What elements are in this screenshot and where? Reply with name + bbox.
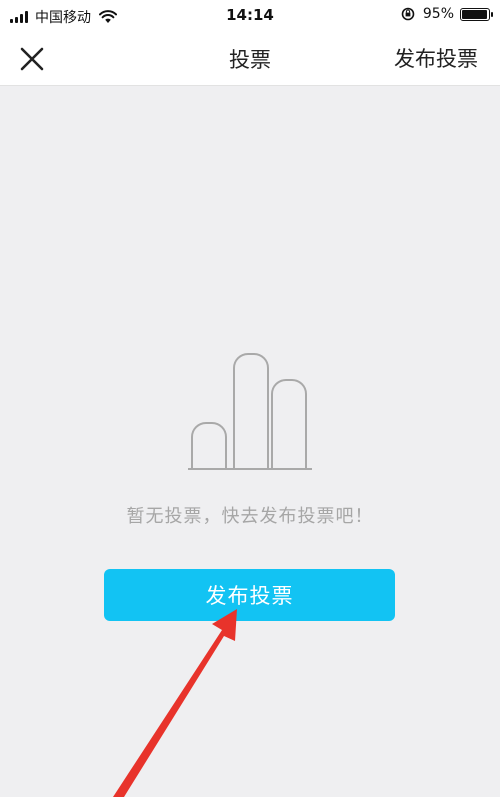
status-right: 95% [401, 6, 493, 22]
rotation-lock-icon [401, 7, 415, 21]
bar-chart-icon [188, 353, 312, 470]
publish-vote-link[interactable]: 发布投票 [394, 43, 478, 73]
close-button[interactable] [14, 42, 50, 76]
nav-bar: 投票 发布投票 [0, 32, 500, 86]
publish-vote-button[interactable]: 发布投票 [104, 569, 395, 621]
battery-icon [460, 7, 493, 21]
status-bar: 中国移动 14:14 95% [0, 0, 500, 32]
close-icon [20, 47, 44, 71]
vote-screen: 中国移动 14:14 95% 投票 发布投票 暂无投票，快去发布投票吧！ 发布投… [0, 0, 500, 797]
battery-percent: 95% [422, 6, 454, 22]
empty-state-message: 暂无投票，快去发布投票吧！ [126, 506, 374, 527]
battery-level-fill [462, 9, 487, 19]
